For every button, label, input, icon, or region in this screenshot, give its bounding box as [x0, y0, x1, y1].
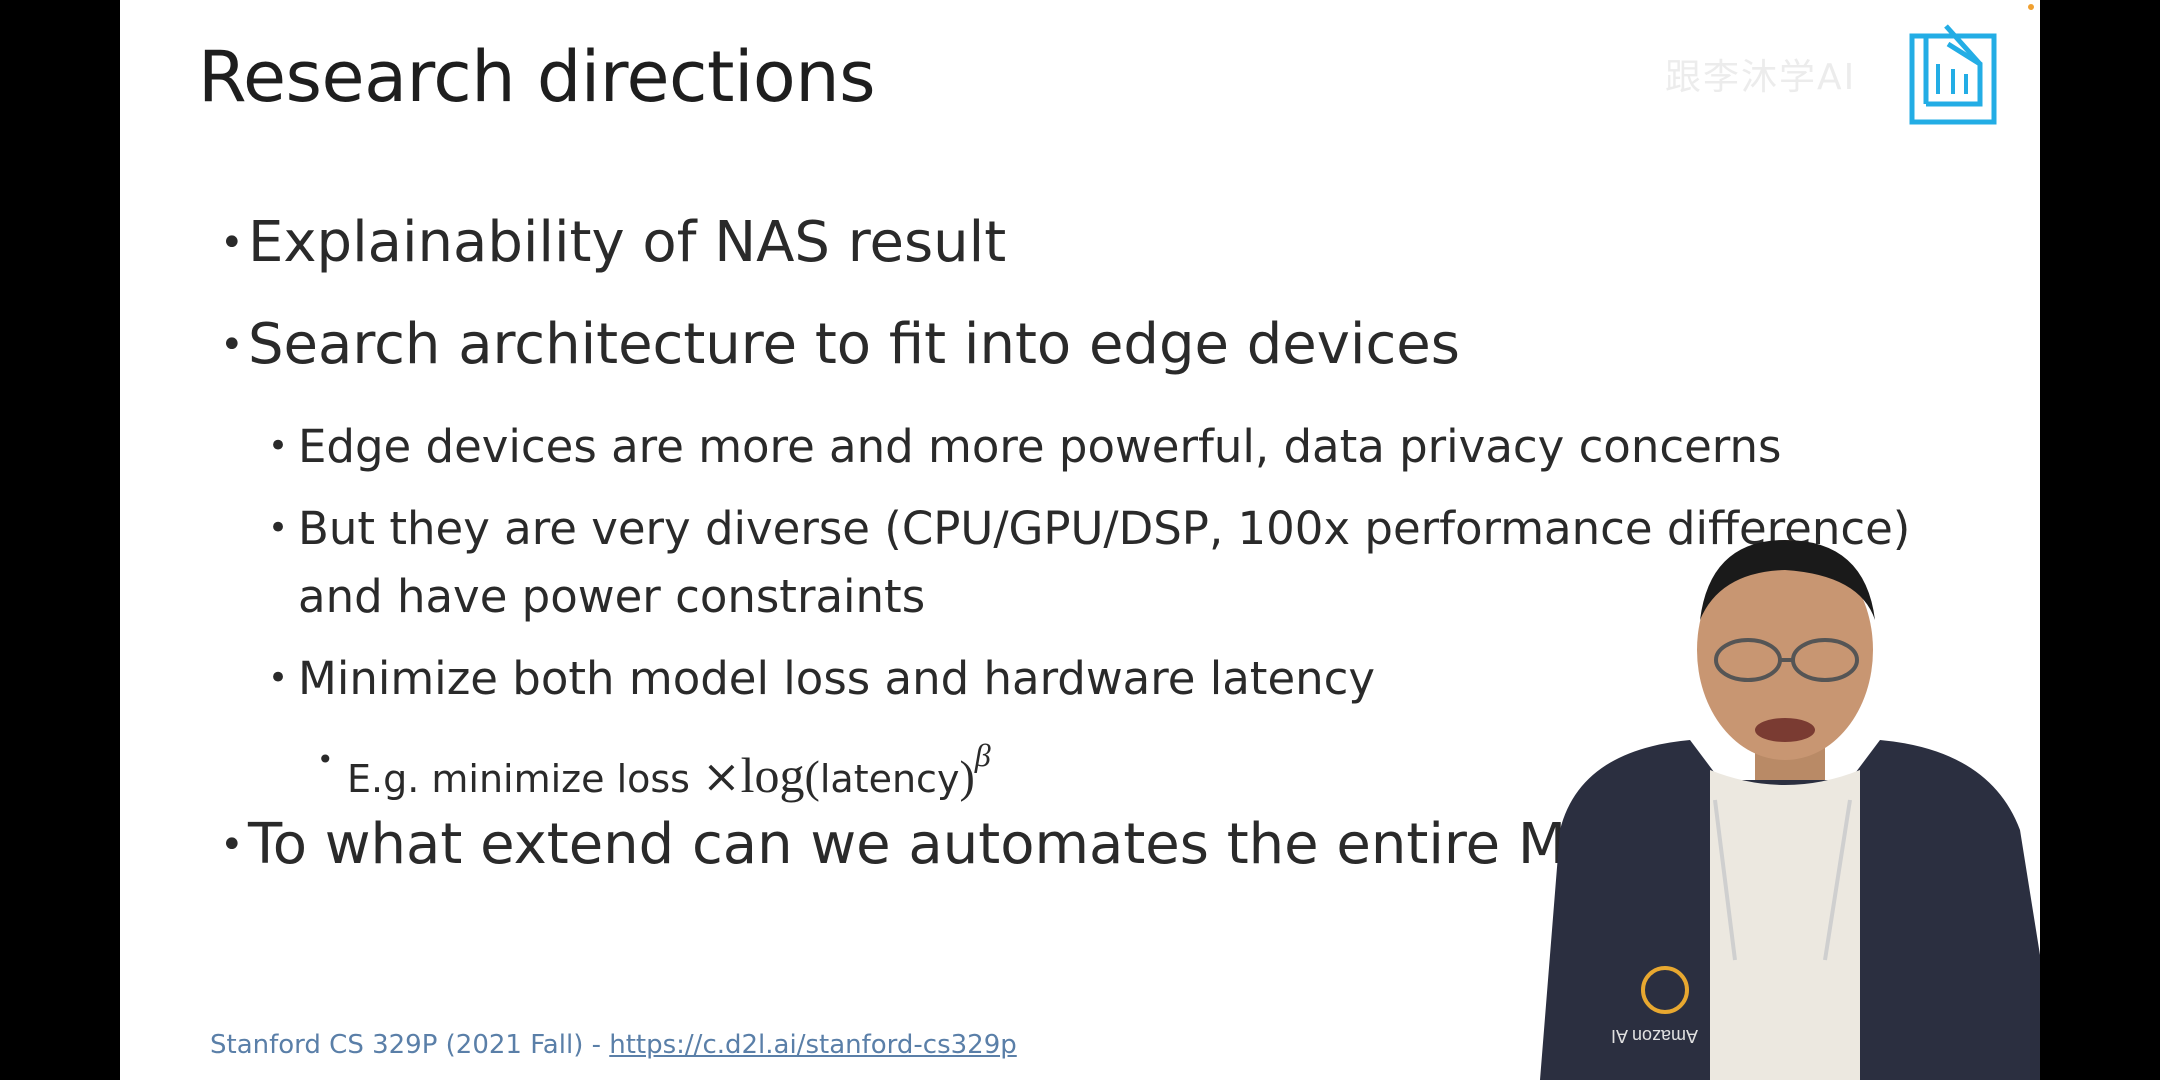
sub-sub-bullet-item: • E.g. minimize loss ×log(latency)β — [317, 737, 991, 804]
bullet-item: • Search architecture to fit into edge d… — [220, 312, 1460, 377]
math-log: log — [740, 747, 805, 803]
bullet-text: and have power constraints — [298, 570, 926, 623]
math-paren: ) — [959, 751, 975, 802]
slide: Research directions 跟李沐学AI • Explainabil… — [120, 0, 2040, 1080]
bullet-dot-icon: • — [268, 508, 289, 548]
recording-indicator-icon — [2028, 4, 2034, 10]
math-times-symbol: × — [702, 749, 741, 803]
math-paren: ( — [804, 751, 820, 802]
speaker-logo-text: Amazon AI — [1611, 1026, 1698, 1046]
bullet-dot-icon: • — [268, 426, 289, 466]
footer-text: Stanford CS 329P (2021 Fall) - — [210, 1030, 610, 1060]
sub-bullet-item: • Minimize both model loss and hardware … — [268, 652, 1376, 705]
math-exponent: β — [974, 737, 991, 773]
math-arg: latency — [819, 757, 960, 801]
bullet-text: Minimize both model loss and hardware la… — [298, 652, 1376, 705]
bullet-text: To what extend can we automates the enti… — [248, 812, 1662, 877]
bullet-dot-icon: • — [220, 322, 244, 368]
bullet-dot-icon: • — [268, 658, 289, 698]
bullet-text: Explainability of NAS result — [248, 210, 1007, 275]
sub-bullet-item: • Edge devices are more and more powerfu… — [268, 420, 1782, 473]
bullet-dot-icon: • — [220, 822, 244, 868]
bullet-item: • To what extend can we automates the en… — [220, 812, 1662, 877]
slide-footer: Stanford CS 329P (2021 Fall) - https://c… — [210, 1030, 1017, 1060]
course-link[interactable]: https://c.d2l.ai/stanford-cs329p — [609, 1030, 1017, 1060]
bullet-text: Search architecture to fit into edge dev… — [248, 312, 1460, 377]
bullet-dot-icon: • — [220, 220, 244, 266]
bullet-dot-icon: • — [317, 743, 334, 776]
bullet-text: E.g. minimize loss — [347, 757, 690, 801]
bullet-text: Edge devices are more and more powerful,… — [298, 420, 1782, 473]
bullet-item: • Explainability of NAS result — [220, 210, 1007, 275]
speaker-video-overlay: Amazon AI — [1540, 540, 2040, 1080]
sub-bullet-continuation: and have power constraints — [298, 570, 925, 623]
